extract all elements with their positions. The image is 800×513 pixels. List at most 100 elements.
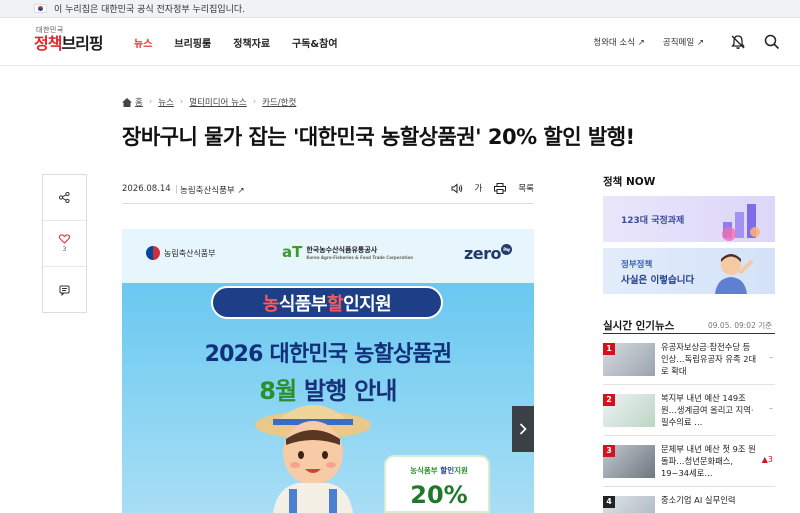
rank-change: – (769, 404, 773, 413)
pay-text: Pay (501, 244, 512, 255)
rank-badge: 3 (603, 445, 615, 457)
breadcrumb: 홈 › 뉴스 › 멀티미디어 뉴스 › 카드/한컷 (122, 96, 296, 108)
gov-banner-text: 이 누리집은 대한민국 공식 전자정부 누리집입니다. (54, 5, 246, 15)
rank-change: – (769, 353, 773, 362)
pill-b: 식품부 (278, 293, 328, 315)
like-button[interactable]: 3 (43, 221, 86, 267)
coupon-label-b: 할인 (440, 466, 455, 475)
site-logo[interactable]: 대한민국 정책브리핑 (34, 25, 114, 59)
pill-c: 할 (327, 293, 344, 315)
list-item[interactable]: 3 문체부 내년 예산 첫 9조 원 돌파…청년문화패스, 19~34세로… ▲… (603, 436, 775, 487)
at-sub-text: Korea Agro-Fisheries & Food Trade Corpor… (306, 254, 414, 260)
ministry-name: 농림축산식품부 (164, 248, 216, 258)
article-tools: 가 목록 (451, 182, 534, 194)
search-icon[interactable] (763, 33, 781, 51)
share-toolbar: 3 (42, 174, 87, 313)
nav-item-briefing[interactable]: 브리핑룸 (174, 35, 211, 50)
print-icon[interactable] (494, 182, 507, 194)
breadcrumb-home[interactable]: 홈 (135, 96, 143, 108)
news-thumbnail: 4 (603, 496, 655, 513)
news-headline: 문체부 내년 예산 첫 9조 원 돌파…청년문화패스, 19~34세로… (661, 444, 756, 478)
at-name-text: 한국농수산식품유통공사 (306, 245, 378, 254)
coupon-value: 20% (410, 481, 468, 509)
breadcrumb-news[interactable]: 뉴스 (158, 96, 174, 108)
hero-heading: 2026 대한민국 농할상품권 (204, 342, 453, 367)
korea-flag-icon (34, 4, 47, 13)
logo-rest: 브리핑 (61, 34, 103, 53)
logo-main-text: 정책브리핑 (34, 35, 114, 53)
banner2-subtitle: 사실은 이렇습니다 (621, 275, 695, 286)
breadcrumb-separator: › (252, 97, 257, 107)
list-item[interactable]: 2 복지부 내년 예산 149조 원…생계급여 올리고 지역·필수의료 … – (603, 385, 775, 436)
bell-off-icon[interactable] (729, 33, 747, 51)
main-nav: 뉴스 브리핑룸 정책자료 구독&참여 (134, 18, 360, 66)
article-date: 2026.08.14 (122, 184, 171, 194)
policy-now-heading: 정책 NOW (603, 176, 656, 188)
breadcrumb-separator: › (179, 97, 184, 107)
breadcrumb-separator: › (148, 97, 153, 107)
font-size-button[interactable]: 가 (475, 182, 483, 194)
banner1-text: 123대 국정과제 (621, 216, 685, 226)
rank-badge: 1 (603, 343, 615, 355)
comment-icon (59, 285, 70, 296)
comment-button[interactable] (43, 267, 86, 313)
next-slide-button[interactable] (512, 406, 534, 452)
news-headline: 복지부 내년 예산 149조 원…생계급여 올리고 지역·필수의료 … (661, 393, 754, 427)
news-headline: 유공자보상금·참전수당 등 인상…독립유공자 유족 2대로 확대 (661, 342, 757, 376)
cheongwadae-link[interactable]: 청와대 소식 ↗ (593, 36, 645, 48)
article-meta: 2026.08.14 농림축산식품부 ↗ 가 목록 (122, 176, 534, 204)
ministry-logo: 농림축산식품부 (146, 246, 216, 260)
util-links: 청와대 소식 ↗ 공직메일 ↗ (575, 18, 704, 66)
policy-facts-banner[interactable]: 정부정책 사실은 이렇습니다 (603, 248, 775, 294)
news-thumbnail: 3 (603, 445, 655, 478)
speaker-icon[interactable] (451, 182, 463, 194)
list-button[interactable]: 목록 (518, 182, 534, 194)
share-button[interactable] (43, 175, 86, 221)
nav-item-policy[interactable]: 정책자료 (233, 35, 270, 50)
coupon-label-c: 지원 (454, 466, 468, 475)
coupon-label-a: 농식품부 (410, 466, 441, 475)
rank-badge: 4 (603, 496, 615, 508)
pill-a: 농 (262, 293, 280, 315)
logo-accent: 정책 (34, 34, 62, 53)
national-tasks-banner[interactable]: 123대 국정과제 (603, 196, 775, 242)
gov-emblem-icon (146, 246, 160, 260)
rank-change: ▲3 (761, 455, 773, 464)
realtime-news-heading: 실시간 인기뉴스 (603, 320, 675, 332)
discount-coupon: 농식품부 할인지원 20% (384, 455, 490, 513)
zero-text: zero (463, 244, 502, 263)
coupon-label: 농식품부 할인지원 (386, 465, 492, 476)
realtime-news-list: 1 유공자보상금·참전수당 등 인상…독립유공자 유족 2대로 확대 – 2 복… (603, 333, 775, 513)
card-news-image: 농림축산식품부 aT 한국농수산식품유통공사 Korea Agro-Fisheri… (122, 229, 534, 513)
pill-d: 인지원 (343, 293, 392, 315)
banner2-title: 정부정책 (621, 260, 653, 270)
gov-mail-link[interactable]: 공직메일 ↗ (663, 36, 704, 48)
at-logo: aT 한국농수산식품유통공사 Korea Agro-Fisheries & Foo… (282, 243, 413, 261)
farmer-illustration (255, 405, 371, 513)
presenter-icon (715, 254, 753, 294)
list-item[interactable]: 1 유공자보상금·참전수당 등 인상…독립유공자 유족 2대로 확대 – (603, 334, 775, 385)
site-header: 대한민국 정책브리핑 뉴스 브리핑룸 정책자료 구독&참여 청와대 소식 ↗ 공… (0, 18, 800, 66)
meta-divider (176, 185, 177, 194)
home-icon (122, 97, 132, 107)
nav-item-subscribe[interactable]: 구독&참여 (292, 35, 338, 50)
article-source-link[interactable]: 농림축산식품부 ↗ (180, 184, 245, 196)
zeropay-logo: zero Pay (464, 244, 512, 263)
gov-banner: 이 누리집은 대한민국 공식 전자정부 누리집입니다. (0, 0, 800, 18)
breadcrumb-card[interactable]: 카드/한컷 (262, 96, 296, 108)
news-headline: 중소기업 AI 실무인력 (661, 495, 736, 505)
share-icon (59, 192, 70, 203)
chevron-right-icon (519, 423, 527, 435)
hero-badge: 농 식품부 할 인지원 (211, 286, 443, 319)
bar-chart-icon (722, 204, 760, 241)
list-item[interactable]: 4 중소기업 AI 실무인력 (603, 487, 775, 513)
realtime-timestamp: 09.05. 09:02 기준 (708, 321, 773, 330)
nav-item-news[interactable]: 뉴스 (134, 35, 152, 50)
breadcrumb-multimedia[interactable]: 멀티미디어 뉴스 (189, 96, 246, 108)
at-mark: aT (282, 243, 303, 261)
heart-icon (59, 234, 70, 244)
rank-badge: 2 (603, 394, 615, 406)
like-count: 3 (62, 246, 67, 253)
at-name: 한국농수산식품유통공사 Korea Agro-Fisheries & Food T… (306, 245, 413, 260)
news-thumbnail: 1 (603, 343, 655, 376)
